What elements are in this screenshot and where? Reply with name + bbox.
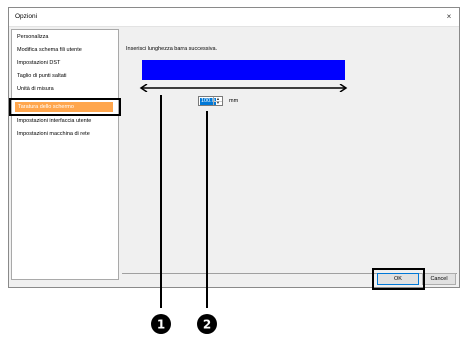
callout-number-2: 2 — [203, 318, 211, 332]
callout-number-1: 1 — [157, 318, 165, 332]
callout-layer: 1 2 — [151, 95, 217, 334]
